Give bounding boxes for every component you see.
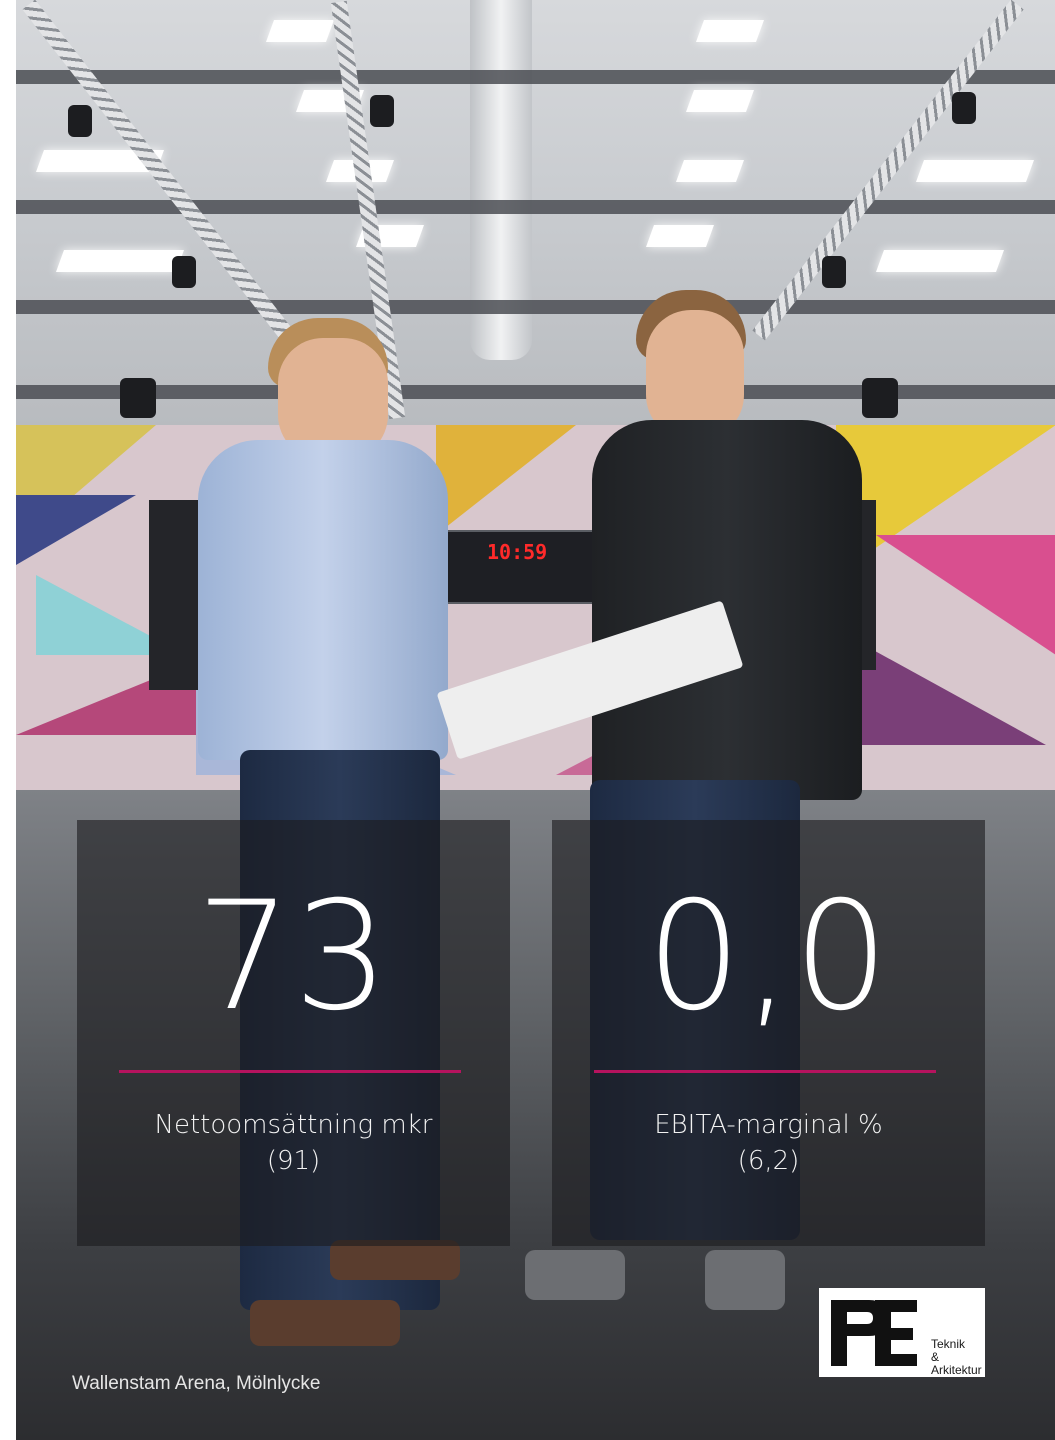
- stat-value: 73: [196, 870, 391, 1044]
- stage-spotlight: [370, 95, 394, 127]
- ceiling-beam: [16, 385, 1055, 399]
- ceiling-light: [265, 20, 335, 42]
- person-right-sneaker: [705, 1250, 785, 1310]
- mural-shape: [436, 425, 576, 535]
- accent-divider: [594, 1070, 936, 1073]
- ceiling-light: [645, 225, 715, 247]
- ceiling-beam: [16, 200, 1055, 214]
- ceiling-light: [685, 90, 755, 112]
- stat-label: Nettoomsättning mkr: [154, 1110, 433, 1140]
- ceiling-light: [875, 250, 1005, 272]
- logo-text-line2: & Arkitektur: [931, 1350, 982, 1377]
- stat-previous-value: (91): [266, 1146, 321, 1176]
- stage-spotlight: [822, 256, 846, 288]
- ceiling-beam: [16, 300, 1055, 314]
- ceiling-light: [915, 160, 1035, 182]
- geometric-mural-wall: [16, 425, 1055, 795]
- mural-shape: [846, 635, 1046, 745]
- stat-label: EBITA-marginal %: [654, 1110, 883, 1140]
- accent-divider: [119, 1070, 461, 1073]
- pa-speaker: [862, 378, 898, 418]
- stage-spotlight: [952, 92, 976, 124]
- stage-spotlight: [172, 256, 196, 288]
- person-left-shirt: [198, 440, 448, 760]
- company-logo: Teknik & Arkitektur: [819, 1288, 985, 1377]
- person-left-shoe: [250, 1300, 400, 1346]
- stat-panel-ebita-margin: 0,0 EBITA-marginal % (6,2): [552, 820, 985, 1246]
- pe-logo-mark: [825, 1294, 921, 1372]
- stat-value: 0,0: [646, 870, 891, 1044]
- ceiling-light: [675, 160, 745, 182]
- scoreboard-time: 10:59: [487, 540, 548, 564]
- ceiling-light: [55, 250, 185, 272]
- photo-caption: Wallenstam Arena, Mölnlycke: [72, 1373, 321, 1394]
- mural-shape: [16, 495, 136, 565]
- page-margin: [0, 0, 16, 1440]
- stat-previous-value: (6,2): [737, 1146, 800, 1176]
- ceiling-light: [695, 20, 765, 42]
- pa-speaker: [120, 378, 156, 418]
- person-right-sneaker: [525, 1250, 625, 1300]
- person-left-shoe: [330, 1240, 460, 1280]
- stat-panel-net-sales: 73 Nettoomsättning mkr (91): [77, 820, 510, 1246]
- ceiling-beam: [16, 70, 1055, 84]
- person-right-shirt: [592, 420, 862, 800]
- stage-spotlight: [68, 105, 92, 137]
- scoreboard: 10:59: [425, 530, 594, 604]
- arena-ceiling: [16, 0, 1055, 440]
